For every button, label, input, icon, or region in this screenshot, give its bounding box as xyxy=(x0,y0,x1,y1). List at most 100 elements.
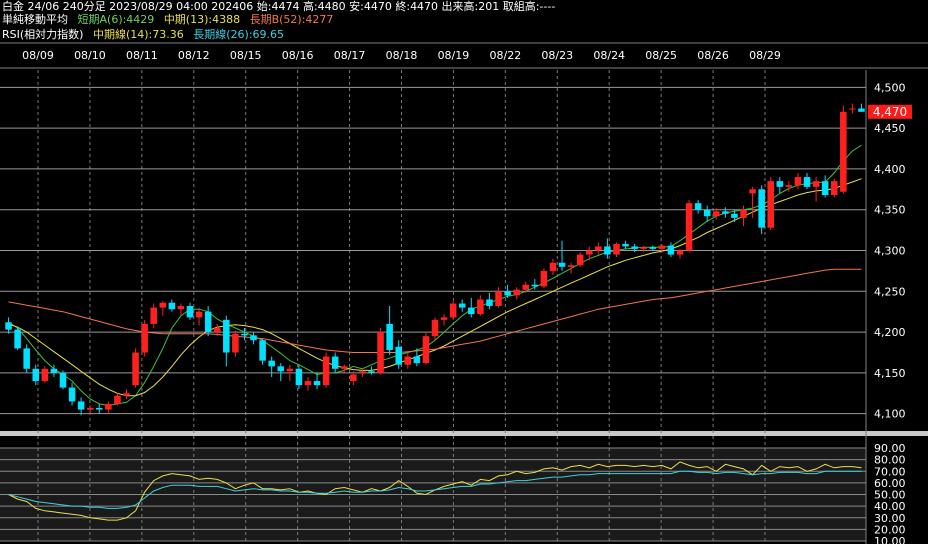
candle xyxy=(277,363,285,382)
candle-body xyxy=(812,181,820,187)
candle-body xyxy=(132,352,139,386)
price-tick-label: 4,400 xyxy=(874,163,906,176)
candle xyxy=(803,172,811,190)
candle xyxy=(540,268,548,289)
price-tick-label: 4,150 xyxy=(874,367,906,380)
candle-body xyxy=(458,303,466,308)
candle-body xyxy=(304,381,312,386)
price-tick-label: 4,250 xyxy=(874,285,906,298)
candle-body xyxy=(313,381,321,386)
candle-body xyxy=(595,246,602,251)
candle-body xyxy=(803,177,811,187)
candle-body xyxy=(177,305,185,310)
candle-body xyxy=(59,372,67,388)
candle-body xyxy=(849,108,856,110)
candle-body xyxy=(250,335,257,341)
candle xyxy=(595,242,602,255)
candle-body xyxy=(540,270,548,287)
candle-body xyxy=(340,366,348,369)
candle-body xyxy=(613,243,620,255)
candle xyxy=(232,330,239,357)
candle xyxy=(68,382,76,406)
candle xyxy=(241,328,248,341)
candle-body xyxy=(23,348,30,369)
candle-body xyxy=(495,291,502,306)
price-tick-label: 4,500 xyxy=(874,81,906,94)
candle-body xyxy=(522,284,530,290)
candle-body xyxy=(513,289,520,296)
price-tick-label: 4,450 xyxy=(874,122,906,135)
candle xyxy=(740,205,747,227)
candle-body xyxy=(431,319,439,337)
candle-body xyxy=(377,332,384,373)
rsi-tick-label: 30.00 xyxy=(874,512,906,525)
last-price-label: 4,470 xyxy=(873,105,907,119)
candle-body xyxy=(241,333,248,336)
candle-body xyxy=(640,247,647,249)
candle-body xyxy=(694,203,702,210)
candle xyxy=(59,370,67,390)
candle-body xyxy=(150,307,157,324)
price-chart[interactable]: 08/09 08/10 08/11 08/12 08/15 08/16 08/17 08/18… xyxy=(0,0,928,544)
candle-body xyxy=(449,303,457,318)
candle xyxy=(304,376,312,391)
candle xyxy=(268,356,275,377)
candle xyxy=(123,389,130,399)
candle-body xyxy=(649,247,657,249)
candle xyxy=(567,262,575,274)
candle-body xyxy=(477,299,484,315)
candle xyxy=(758,185,765,235)
candle-body xyxy=(186,305,194,318)
candle-body xyxy=(740,209,747,218)
rsi-tick-label: 80.00 xyxy=(874,454,906,467)
candle-body xyxy=(195,311,203,318)
candle xyxy=(830,178,838,198)
candle xyxy=(812,177,820,202)
candle-body xyxy=(141,323,148,353)
candle-body xyxy=(277,366,285,372)
candle-body xyxy=(105,403,112,410)
candle xyxy=(86,405,94,414)
candle-body xyxy=(676,250,684,255)
candle-body xyxy=(268,360,275,367)
candle-body xyxy=(168,302,176,310)
date-label: 08/22 xyxy=(490,49,522,62)
candle xyxy=(5,317,12,334)
candle-body xyxy=(223,319,230,353)
date-label: 08/18 xyxy=(386,49,418,62)
candle-body xyxy=(395,346,402,365)
candle-body xyxy=(77,401,85,410)
candle-body xyxy=(558,262,566,267)
candle xyxy=(313,372,321,390)
candle xyxy=(132,348,139,388)
candle xyxy=(168,299,176,312)
candle-body xyxy=(667,245,675,255)
candle xyxy=(322,352,330,388)
candle xyxy=(23,344,30,373)
candle-body xyxy=(504,291,511,296)
candle-body xyxy=(722,211,729,214)
candle xyxy=(422,332,430,365)
candle-body xyxy=(259,340,266,361)
candle xyxy=(649,245,657,251)
candle-body xyxy=(731,213,738,218)
candle xyxy=(331,352,339,373)
candle xyxy=(685,199,693,253)
candle-body xyxy=(604,246,611,255)
candle xyxy=(431,317,439,341)
candle xyxy=(250,332,257,345)
rsi-tick-label: 70.00 xyxy=(874,465,906,478)
price-tick-label: 4,200 xyxy=(874,326,906,339)
date-label: 08/24 xyxy=(593,49,625,62)
candle-body xyxy=(68,387,76,402)
candle-body xyxy=(350,374,357,382)
candle-body xyxy=(858,108,865,112)
candle-body xyxy=(830,181,838,196)
candle-body xyxy=(821,181,829,196)
candle xyxy=(576,252,584,267)
rsi-tick-label: 90.00 xyxy=(874,442,906,455)
date-label: 08/11 xyxy=(126,49,158,62)
candle xyxy=(150,303,157,329)
candle-body xyxy=(86,407,94,410)
candle xyxy=(604,238,611,259)
